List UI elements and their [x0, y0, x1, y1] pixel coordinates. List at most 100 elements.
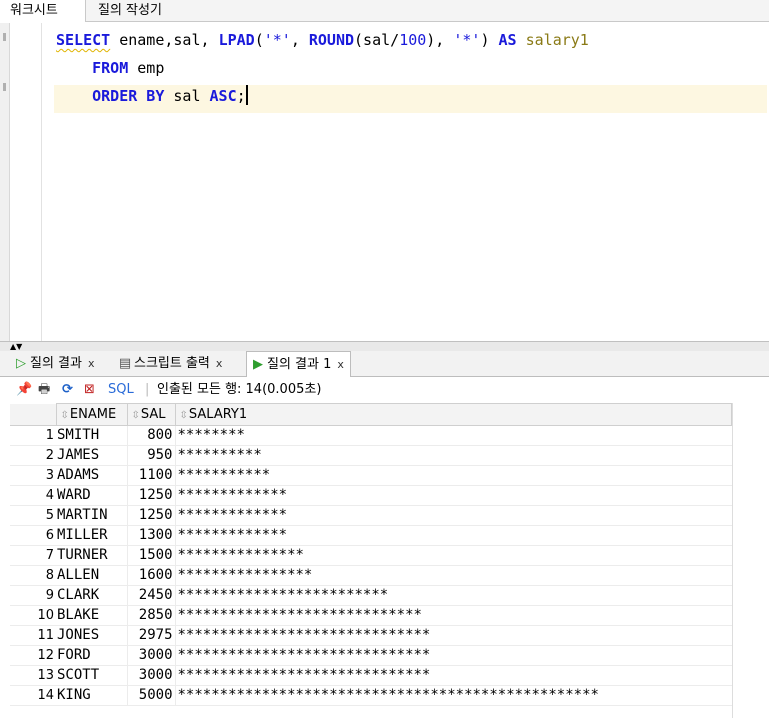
cell-ename[interactable]: BLAKE: [56, 605, 128, 626]
cell-sal[interactable]: 3000: [127, 645, 176, 666]
table-row[interactable]: 5 MARTIN 1250 *************: [10, 505, 732, 526]
grid-body: 1 SMITH 800 ******** 2 JAMES 950 ********** 3 ADA…: [10, 425, 732, 706]
cell-sal[interactable]: 1500: [127, 545, 176, 566]
cell-ename[interactable]: JAMES: [56, 445, 128, 466]
table-row[interactable]: 8 ALLEN 1600 ****************: [10, 565, 732, 586]
table-row[interactable]: 6 MILLER 1300 *************: [10, 525, 732, 546]
table-row[interactable]: 3 ADAMS 1100 ***********: [10, 465, 732, 486]
tab-query-builder[interactable]: 질의 작성기: [88, 0, 172, 22]
cell-salary1[interactable]: ***********: [175, 465, 732, 486]
run-triangle-icon: ▷: [16, 356, 26, 371]
cell-sal[interactable]: 3000: [127, 665, 176, 686]
sql-editor[interactable]: SELECT ename,sal, LPAD('*', ROUND(sal/10…: [0, 23, 769, 341]
result-grid[interactable]: ⇳ENAME ⇳SAL ⇳SALARY1 1 SMITH 800 ******** 2 J…: [10, 403, 732, 706]
cell-sal[interactable]: 5000: [127, 685, 176, 706]
tab-worksheet[interactable]: 워크시트: [0, 0, 86, 22]
sql-code[interactable]: SELECT ename,sal, LPAD('*', ROUND(sal/10…: [54, 29, 767, 113]
cell-salary1[interactable]: *************************: [175, 585, 732, 606]
cell-sal[interactable]: 1250: [127, 505, 176, 526]
result-tab-bar: ▷ 질의 결과 x ▤ 스크립트 출력 x ▶ 질의 결과 1 x: [0, 351, 769, 377]
collapse-arrows-icon[interactable]: ▲▼: [10, 342, 22, 351]
refresh-icon[interactable]: ⟳: [62, 381, 73, 399]
string-literal: '*': [453, 31, 481, 49]
keyword-order-by: ORDER BY: [92, 87, 165, 105]
grid-header-row: ⇳ENAME ⇳SAL ⇳SALARY1: [10, 403, 732, 426]
cell-ename[interactable]: FORD: [56, 645, 128, 666]
code-paren: ): [480, 31, 499, 49]
close-icon[interactable]: x: [337, 358, 344, 371]
cell-salary1[interactable]: *************: [175, 505, 732, 526]
cell-ename[interactable]: WARD: [56, 485, 128, 506]
cell-sal[interactable]: 1250: [127, 485, 176, 506]
sort-icon: ⇳: [179, 410, 188, 421]
code-comma: ,: [290, 31, 309, 49]
cell-sal[interactable]: 1100: [127, 465, 176, 486]
close-icon[interactable]: x: [216, 357, 223, 370]
row-number: 14: [10, 685, 56, 706]
row-number: 2: [10, 445, 56, 466]
function-lpad: LPAD: [218, 31, 255, 49]
table-row[interactable]: 9 CLARK 2450 *************************: [10, 585, 732, 606]
table-row[interactable]: 13 SCOTT 3000 *****************************…: [10, 665, 732, 686]
table-row[interactable]: 2 JAMES 950 **********: [10, 445, 732, 466]
export-icon[interactable]: ⊠: [84, 381, 95, 399]
cell-ename[interactable]: ADAMS: [56, 465, 128, 486]
cell-ename[interactable]: MILLER: [56, 525, 128, 546]
cell-salary1[interactable]: *************: [175, 485, 732, 506]
row-number: 1: [10, 425, 56, 446]
cell-sal[interactable]: 2850: [127, 605, 176, 626]
table-row[interactable]: 10 BLAKE 2850 *****************************: [10, 605, 732, 626]
tab-label: 질의 결과: [30, 356, 82, 371]
cell-ename[interactable]: MARTIN: [56, 505, 128, 526]
cell-ename[interactable]: SCOTT: [56, 665, 128, 686]
cell-ename[interactable]: KING: [56, 685, 128, 706]
cell-sal[interactable]: 2975: [127, 625, 176, 646]
cell-salary1[interactable]: ******************************: [175, 625, 732, 646]
cell-sal[interactable]: 1600: [127, 565, 176, 586]
pane-splitter[interactable]: ▲▼: [0, 341, 769, 351]
string-literal: '*': [263, 31, 291, 49]
code-line-3[interactable]: ORDER BY sal ASC;: [54, 85, 767, 113]
code-line-2[interactable]: FROM emp: [56, 57, 767, 85]
cell-salary1[interactable]: ****************************************…: [175, 685, 732, 706]
editor-left-rail: [0, 23, 10, 341]
table-row[interactable]: 7 TURNER 1500 ***************: [10, 545, 732, 566]
cell-sal[interactable]: 1300: [127, 525, 176, 546]
cell-salary1[interactable]: *************: [175, 525, 732, 546]
cell-sal[interactable]: 950: [127, 445, 176, 466]
row-number: 11: [10, 625, 56, 646]
table-row[interactable]: 1 SMITH 800 ********: [10, 425, 732, 446]
cell-salary1[interactable]: **********: [175, 445, 732, 466]
close-icon[interactable]: x: [88, 357, 95, 370]
column-header-sal[interactable]: ⇳SAL: [126, 403, 176, 426]
tab-query-result[interactable]: ▷ 질의 결과 x: [10, 351, 95, 377]
cell-salary1[interactable]: ******************************: [175, 645, 732, 666]
pin-icon[interactable]: 📌: [16, 381, 32, 399]
column-alias: salary1: [516, 31, 589, 49]
cell-salary1[interactable]: *****************************: [175, 605, 732, 626]
table-row[interactable]: 11 JONES 2975 *****************************…: [10, 625, 732, 646]
cell-salary1[interactable]: ********: [175, 425, 732, 446]
sql-button[interactable]: SQL: [108, 381, 134, 399]
tab-query-result-1[interactable]: ▶ 질의 결과 1 x: [246, 351, 351, 377]
cell-ename[interactable]: SMITH: [56, 425, 128, 446]
tab-script-output[interactable]: ▤ 스크립트 출력 x: [114, 351, 223, 377]
cell-salary1[interactable]: ***************: [175, 545, 732, 566]
code-line-1[interactable]: SELECT ename,sal, LPAD('*', ROUND(sal/10…: [56, 29, 767, 57]
column-header-ename[interactable]: ⇳ENAME: [55, 403, 128, 426]
column-header-label: SAL: [140, 407, 166, 422]
table-row[interactable]: 4 WARD 1250 *************: [10, 485, 732, 506]
cell-ename[interactable]: TURNER: [56, 545, 128, 566]
table-row[interactable]: 14 KING 5000 ******************************…: [10, 685, 732, 706]
cell-ename[interactable]: CLARK: [56, 585, 128, 606]
result-toolbar: 📌 🖶 ⟳ ⊠ SQL | 인출된 모든 행: 14(0.005초): [0, 378, 769, 402]
cell-salary1[interactable]: ******************************: [175, 665, 732, 686]
cell-salary1[interactable]: ****************: [175, 565, 732, 586]
print-icon[interactable]: 🖶: [38, 381, 50, 399]
cell-ename[interactable]: ALLEN: [56, 565, 128, 586]
cell-sal[interactable]: 800: [127, 425, 176, 446]
cell-sal[interactable]: 2450: [127, 585, 176, 606]
table-row[interactable]: 12 FORD 3000 ******************************: [10, 645, 732, 666]
column-header-salary1[interactable]: ⇳SALARY1: [174, 403, 732, 426]
cell-ename[interactable]: JONES: [56, 625, 128, 646]
